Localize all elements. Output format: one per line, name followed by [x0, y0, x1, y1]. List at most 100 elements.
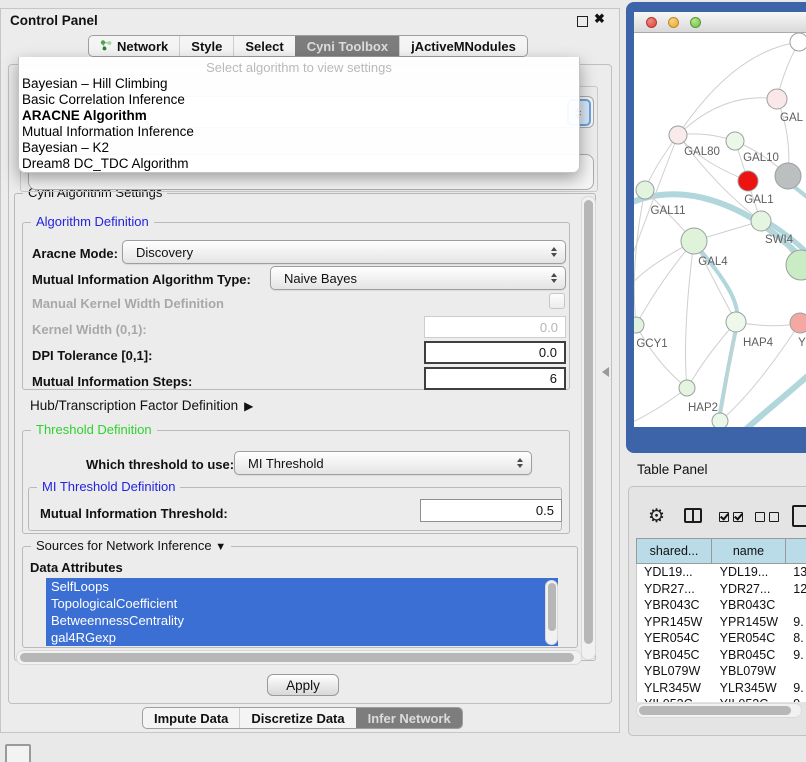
data-attribute-gal4rgexp[interactable]: gal4RGexp: [46, 629, 558, 646]
which-threshold-combobox[interactable]: MI Threshold: [234, 451, 532, 475]
table-row[interactable]: YLR345WYLR345W9.: [637, 680, 806, 697]
node-pink-right[interactable]: [790, 313, 806, 333]
data-attribute-selfloops[interactable]: SelfLoops: [46, 578, 558, 595]
sources-legend[interactable]: Sources for Network Inference ▼: [31, 538, 231, 553]
node-bottom-partial[interactable]: [712, 413, 728, 427]
minimize-traffic-light[interactable]: [668, 17, 679, 28]
hub-factor-expander[interactable]: Hub/Transcription Factor Definition▶: [30, 398, 253, 413]
tab-infer-network[interactable]: Infer Network: [356, 708, 462, 728]
attributes-scrollbar-thumb[interactable]: [548, 583, 556, 631]
node-red-selected[interactable]: [738, 171, 758, 191]
table-row[interactable]: YDR27...YDR27...12: [637, 581, 806, 598]
settings-scrollbar[interactable]: [581, 196, 596, 660]
tab-select[interactable]: Select: [233, 36, 294, 56]
table-cell: YLR345W: [713, 680, 787, 697]
table-settings-gear-icon[interactable]: ⚙: [648, 507, 665, 527]
tab-style[interactable]: Style: [179, 36, 233, 56]
new-table-icon[interactable]: [792, 505, 806, 527]
data-attributes-list: SelfLoopsTopologicalCoefficientBetweenne…: [46, 578, 558, 646]
algorithm-option-mutual-information-inference[interactable]: Mutual Information Inference: [19, 124, 579, 140]
node-green-right[interactable]: [786, 250, 806, 280]
table-row[interactable]: YIL052CYIL052C9: [637, 696, 806, 702]
node-gcy1[interactable]: [634, 317, 644, 333]
mi-type-combobox[interactable]: Naive Bayes: [270, 266, 566, 290]
network-canvas[interactable]: GALGAL80GAL10GAL11GAL1SWI4GAL4GCY1HAP4YH…: [634, 33, 806, 427]
table-hscrollbar[interactable]: [636, 703, 802, 718]
node-table: shared...nameA YDL19...YDL19...13YDR27..…: [636, 538, 806, 702]
which-threshold-label: Which threshold to use:: [86, 457, 234, 472]
table-cell: YDL19...: [637, 564, 713, 581]
algorithm-option-basic-correlation-inference[interactable]: Basic Correlation Inference: [19, 92, 579, 108]
table-header-row: shared...nameA: [636, 538, 806, 564]
algorithm-option-bayesian-k2[interactable]: Bayesian – K2: [19, 140, 579, 156]
table-row[interactable]: YER054CYER054C8.: [637, 630, 806, 647]
tab-discretize-data[interactable]: Discretize Data: [239, 708, 355, 728]
table-hscrollbar-thumb[interactable]: [639, 706, 791, 715]
node-gal1[interactable]: [751, 211, 771, 231]
table-cell: YIL052C: [713, 696, 787, 702]
minimized-panel-icon[interactable]: [5, 744, 31, 762]
kernel-width-input: 0.0: [424, 316, 566, 338]
split-columns-icon[interactable]: [684, 508, 702, 523]
close-traffic-light[interactable]: [646, 17, 657, 28]
mi-threshold-input[interactable]: 0.5: [420, 499, 562, 522]
zoom-traffic-light[interactable]: [690, 17, 701, 28]
mi-type-label: Mutual Information Algorithm Type:: [32, 272, 251, 287]
tab-cyni-toolbox[interactable]: Cyni Toolbox: [295, 36, 399, 56]
settings-hscrollbar[interactable]: [16, 650, 582, 665]
hub-factor-label: Hub/Transcription Factor Definition: [30, 398, 238, 413]
tab-impute-data[interactable]: Impute Data: [143, 708, 239, 728]
threshold-definition-legend: Threshold Definition: [31, 422, 157, 437]
table-cell: YBR043C: [713, 597, 787, 614]
node-hap4[interactable]: [726, 312, 746, 332]
node-gray[interactable]: [775, 163, 801, 189]
settings-hscrollbar-thumb[interactable]: [20, 653, 574, 662]
data-attribute-betweennesscentrality[interactable]: BetweennessCentrality: [46, 612, 558, 629]
algorithm-option-bayesian-hill-climbing[interactable]: Bayesian – Hill Climbing: [19, 76, 579, 92]
apply-button[interactable]: Apply: [267, 674, 339, 696]
algorithm-option-aracne-algorithm[interactable]: ARACNE Algorithm: [19, 108, 579, 124]
node-label-hap2: HAP2: [688, 402, 718, 414]
dpi-tolerance-input[interactable]: 0.0: [424, 341, 566, 364]
node-gal10[interactable]: [726, 132, 744, 150]
column-header-shared[interactable]: shared...: [636, 538, 712, 564]
tab-label: Impute Data: [154, 711, 228, 726]
float-window-icon[interactable]: [577, 16, 588, 27]
node-top-partial[interactable]: [790, 33, 806, 51]
node-label-gcy1: GCY1: [636, 338, 667, 350]
tab-network[interactable]: Network: [89, 36, 179, 56]
node-gal80[interactable]: [669, 126, 687, 144]
attributes-scrollbar[interactable]: [545, 580, 558, 645]
select-all-checkboxes-icon[interactable]: [719, 512, 743, 522]
manual-kernel-checkbox[interactable]: [549, 293, 565, 309]
close-panel-icon[interactable]: ✖: [594, 11, 605, 27]
aracne-mode-combobox[interactable]: Discovery: [122, 240, 566, 264]
table-row[interactable]: YBR045CYBR045C9.: [637, 647, 806, 664]
algorithm-option-dream8-dc-tdc-algorithm[interactable]: Dream8 DC_TDC Algorithm: [19, 156, 579, 172]
table-row[interactable]: YBR043CYBR043C: [637, 597, 806, 614]
node-gal11[interactable]: [636, 181, 654, 199]
dpi-tolerance-label: DPI Tolerance [0,1]:: [32, 348, 152, 363]
column-header-a[interactable]: A: [786, 538, 806, 564]
settings-scrollbar-thumb[interactable]: [584, 200, 593, 644]
table-cell: 9.: [786, 680, 806, 697]
panel-collapse-arrow[interactable]: [602, 367, 609, 377]
table-row[interactable]: YBL079WYBL079W: [637, 663, 806, 680]
table-cell: YPR145W: [637, 614, 713, 631]
node-pink-top[interactable]: [767, 89, 787, 109]
table-row[interactable]: YPR145WYPR145W9.: [637, 614, 806, 631]
deselect-all-checkboxes-icon[interactable]: [755, 512, 779, 522]
table-cell: YLR345W: [637, 680, 713, 697]
algorithm-definition-legend: Algorithm Definition: [31, 214, 154, 229]
tab-jactivemnodules[interactable]: jActiveMNodules: [399, 36, 527, 56]
node-hap2[interactable]: [679, 380, 695, 396]
network-window-titlebar[interactable]: [634, 12, 806, 33]
node-gal4[interactable]: [681, 228, 707, 254]
aracne-mode-label: Aracne Mode:: [32, 246, 118, 261]
column-header-name[interactable]: name: [712, 538, 786, 564]
node-label-gal10: GAL10: [743, 152, 779, 164]
tab-label: Style: [191, 39, 222, 54]
data-attribute-topologicalcoefficient[interactable]: TopologicalCoefficient: [46, 595, 558, 612]
mi-steps-input[interactable]: 6: [424, 367, 566, 390]
table-row[interactable]: YDL19...YDL19...13: [637, 564, 806, 581]
